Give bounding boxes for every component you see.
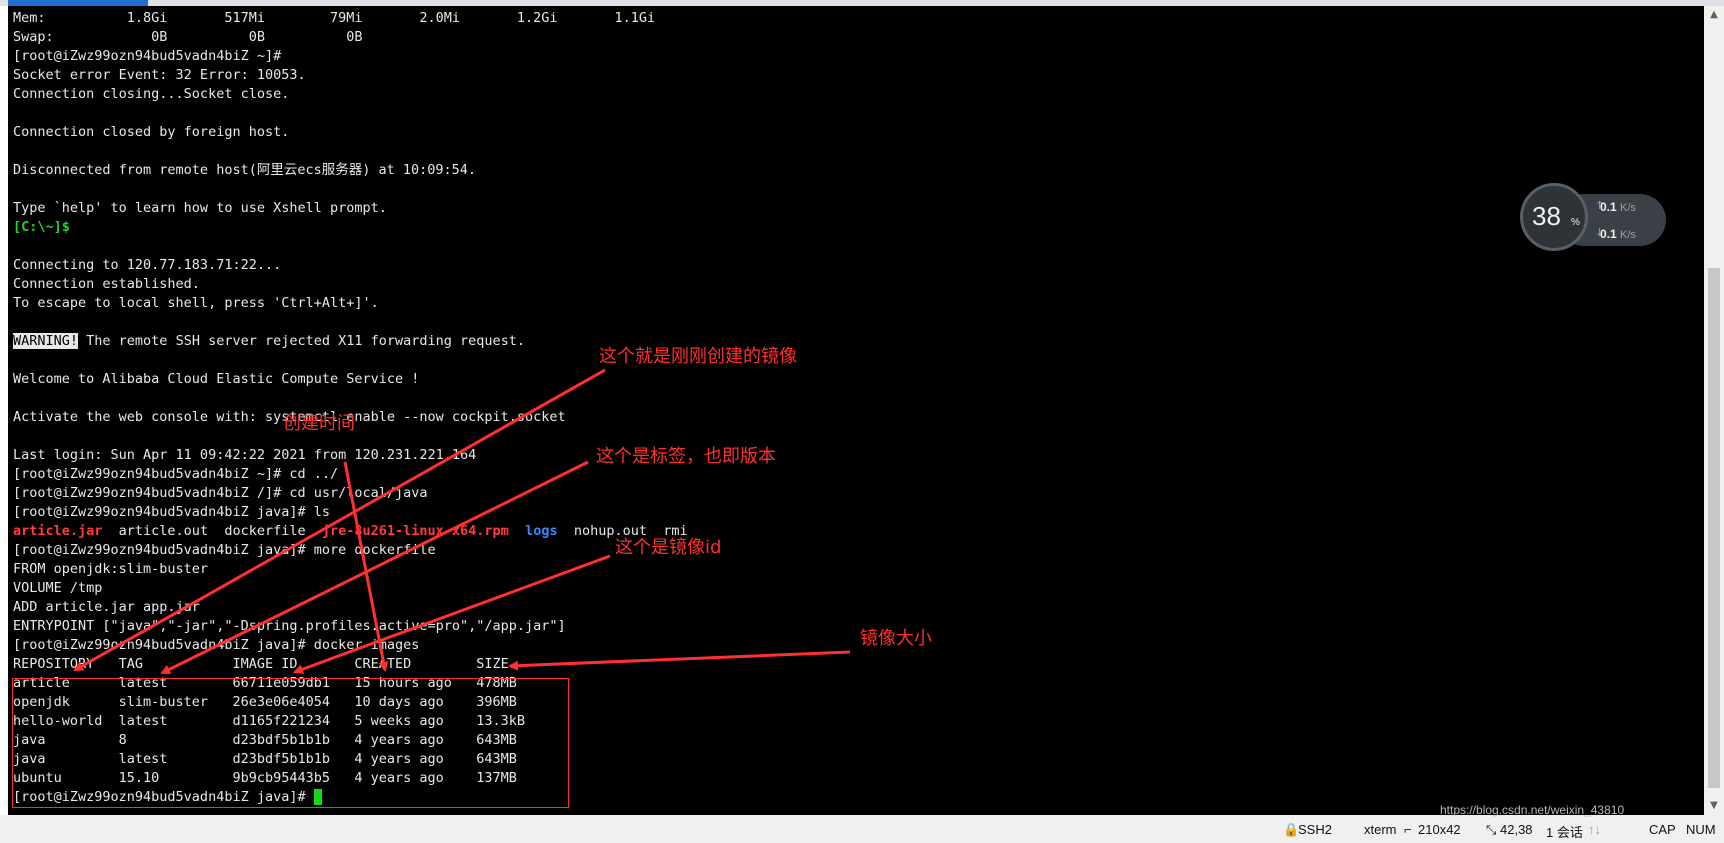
file-article-jar: article.jar	[13, 523, 103, 539]
terminal-line: To escape to local shell, press 'Ctrl+Al…	[13, 295, 379, 311]
terminal-line: [root@iZwz99ozn94bud5vadn4biZ ~]# cd ../	[13, 466, 339, 482]
vertical-scrollbar[interactable]: ▲ ▼	[1704, 6, 1724, 815]
terminal-line: Connection closing...Socket close.	[13, 86, 290, 102]
terminal-line: Connection closed by foreign host.	[13, 124, 290, 140]
session-nav-icon[interactable]: ↑↓	[1588, 822, 1601, 837]
terminal-line: Welcome to Alibaba Cloud Elastic Compute…	[13, 371, 420, 387]
file-jre-rpm: jre-8u261-linux-x64.rpm	[321, 523, 509, 539]
terminal-line: [root@iZwz99ozn94bud5vadn4biZ java]# doc…	[13, 637, 420, 653]
cpu-percent: 38	[1532, 201, 1561, 231]
terminal-line: Type `help' to learn how to use Xshell p…	[13, 200, 387, 216]
status-protocol: SSH2	[1298, 822, 1332, 837]
terminal-line: Last login: Sun Apr 11 09:42:22 2021 fro…	[13, 447, 477, 463]
terminal-line: Socket error Event: 32 Error: 10053.	[13, 67, 306, 83]
annotation-just-created: 这个就是刚刚创建的镜像	[599, 346, 797, 367]
dir-logs: logs	[525, 523, 558, 539]
status-num: NUM	[1686, 822, 1716, 837]
terminal-line: [root@iZwz99ozn94bud5vadn4biZ ~]#	[13, 48, 282, 64]
warning-line: WARNING! The remote SSH server rejected …	[13, 332, 688, 351]
upload-speed: 0.1 K/s	[1600, 200, 1636, 214]
terminal-line: VOLUME /tmp	[13, 580, 103, 596]
terminal-line: [root@iZwz99ozn94bud5vadn4biZ java]# mor…	[13, 542, 436, 558]
annotation-created-time: 创建时间	[283, 413, 355, 434]
lock-icon: 🔒	[1283, 822, 1300, 837]
ls-middle: article.out dockerfile	[102, 523, 322, 539]
warning-label: WARNING!	[13, 333, 79, 349]
annotation-image-size: 镜像大小	[860, 628, 932, 649]
annotation-tag-version: 这个是标签，也即版本	[596, 446, 776, 467]
status-cursor-pos: 42,38	[1500, 822, 1533, 837]
status-terminal-size: 210x42	[1418, 822, 1461, 837]
download-speed-unit: K/s	[1620, 229, 1636, 241]
status-terminal-type: xterm	[1364, 822, 1397, 837]
ls-gap	[509, 523, 525, 539]
csdn-watermark: https://blog.csdn.net/weixin_43810	[1440, 803, 1625, 817]
terminal-line: ADD article.jar app.jar	[13, 599, 200, 615]
terminal-line: Disconnected from remote host(阿里云ecs服务器)…	[13, 162, 477, 178]
terminal-line: Connecting to 120.77.183.71:22...	[13, 257, 282, 273]
status-bar: 🔒 SSH2 xterm ⌐ 210x42 ⤡ 42,38 1 会话 ↑↓ ht…	[0, 803, 1724, 843]
docker-images-highlight-box	[12, 678, 569, 808]
upload-speed-value: 0.1	[1600, 200, 1617, 214]
percent-sign: %	[1571, 217, 1580, 228]
terminal-line: [root@iZwz99ozn94bud5vadn4biZ java]# ls	[13, 504, 330, 520]
ls-output-line: article.jar article.out dockerfile jre-8…	[13, 522, 688, 541]
local-shell-prompt: [C:\~]$	[13, 219, 70, 235]
download-speed: 0.1 K/s	[1600, 227, 1636, 241]
terminal-line: FROM openjdk:slim-buster	[13, 561, 209, 577]
download-speed-value: 0.1	[1600, 227, 1617, 241]
scroll-up-arrow-icon[interactable]: ▲	[1704, 6, 1724, 24]
status-sessions: 1 会话	[1546, 825, 1583, 840]
terminal-line: ENTRYPOINT ["java","-jar","-Dspring.prof…	[13, 618, 566, 634]
warning-text: The remote SSH server rejected X11 forwa…	[78, 333, 526, 349]
network-speed-widget[interactable]: 38 % ↑ 0.1 K/s ↓ 0.1 K/s	[1520, 183, 1670, 259]
terminal-line: Connection established.	[13, 276, 200, 292]
upload-speed-unit: K/s	[1620, 202, 1636, 214]
terminal-line: [root@iZwz99ozn94bud5vadn4biZ /]# cd usr…	[13, 485, 428, 501]
annotation-image-id: 这个是镜像id	[615, 537, 722, 558]
cursor-position-icon: ⤡	[1486, 822, 1497, 837]
scroll-down-arrow-icon[interactable]: ▼	[1704, 797, 1724, 815]
terminal-line: Swap: 0B 0B 0B	[13, 29, 363, 45]
scrollbar-thumb[interactable]	[1708, 268, 1720, 788]
docker-images-header: REPOSITORY TAG IMAGE ID CREATED SIZE	[13, 656, 509, 672]
terminal-line: Mem: 1.8Gi 517Mi 79Mi 2.0Mi 1.2Gi 1.1Gi	[13, 10, 656, 26]
status-cap: CAP	[1649, 822, 1676, 837]
resize-icon: ⌐	[1404, 822, 1412, 837]
